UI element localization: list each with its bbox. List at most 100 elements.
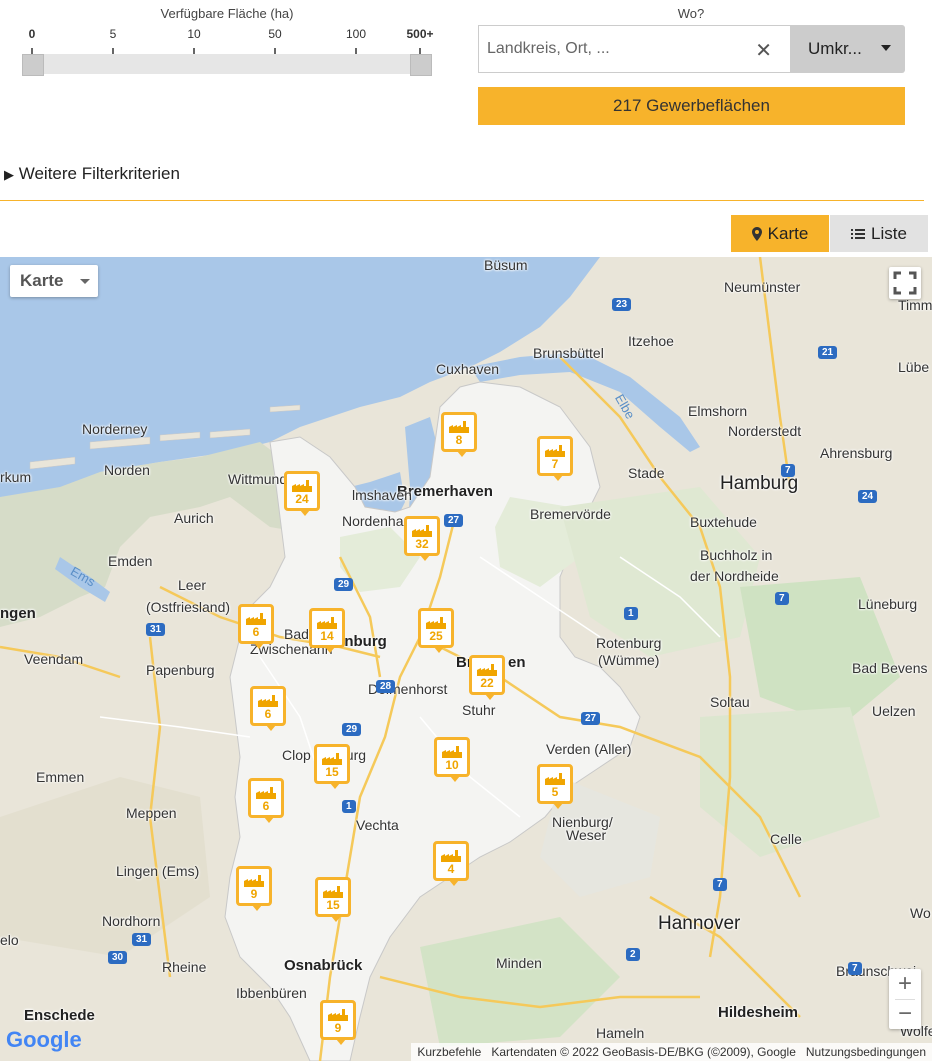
property-cluster-marker[interactable]: 6	[238, 604, 274, 649]
area-tick-label: 100	[345, 27, 367, 41]
map-place-label: Uelzen	[872, 703, 916, 719]
factory-icon	[545, 773, 565, 785]
location-label: Wo?	[677, 6, 705, 21]
radius-dropdown-label: Umkr...	[808, 39, 862, 58]
list-icon	[851, 228, 866, 239]
map-place-label: Clop	[282, 747, 311, 763]
property-cluster-marker[interactable]: 32	[404, 516, 440, 561]
view-map-button[interactable]: Karte	[731, 215, 829, 252]
map-place-label: Hannover	[658, 913, 741, 934]
factory-icon	[412, 525, 432, 537]
marker-count: 14	[320, 629, 334, 643]
fullscreen-icon	[893, 271, 917, 295]
terms-link[interactable]: Nutzungsbedingungen	[806, 1045, 926, 1059]
map-attribution: Kurzbefehle Kartendaten © 2022 GeoBasis-…	[411, 1043, 932, 1061]
map-place-label: Celle	[770, 831, 802, 847]
property-cluster-marker[interactable]: 9	[236, 866, 272, 911]
map[interactable]: Büsum Neumünster Timm Itzehoe Brunsbüttel Lüb…	[0, 257, 932, 1061]
map-place-label: Soltau	[710, 694, 750, 710]
map-place-label: Cuxhaven	[436, 361, 500, 377]
map-place-label: Ibbenbüren	[236, 985, 307, 1001]
marker-count: 24	[295, 492, 309, 506]
radius-dropdown[interactable]: Umkr...	[790, 25, 905, 73]
factory-icon	[328, 1009, 348, 1021]
property-cluster-marker[interactable]: 8	[441, 412, 477, 457]
marker-count: 15	[325, 765, 339, 779]
map-place-label: en	[508, 654, 526, 671]
map-place-label: Bremervörde	[530, 506, 611, 522]
marker-count: 6	[252, 625, 260, 639]
map-data-text: Kartendaten © 2022 GeoBasis-DE/BKG (©200…	[491, 1045, 796, 1059]
property-cluster-marker[interactable]: 5	[537, 764, 573, 809]
map-place-label: Norden	[104, 462, 150, 478]
property-cluster-marker[interactable]: 22	[469, 655, 505, 700]
map-place-label: lmshaven	[352, 487, 412, 503]
factory-icon	[545, 445, 565, 457]
factory-icon	[442, 746, 462, 758]
marker-count: 10	[445, 758, 459, 772]
zoom-out-button[interactable]: −	[889, 999, 921, 1029]
area-tick-label: 50	[268, 27, 282, 41]
map-place-label: Ahrensburg	[820, 445, 893, 461]
view-list-button[interactable]: Liste	[830, 215, 928, 252]
fullscreen-button[interactable]	[889, 267, 921, 299]
property-cluster-marker[interactable]: 6	[248, 778, 284, 823]
map-place-label: Lübe	[898, 359, 930, 375]
divider	[0, 200, 924, 201]
map-place-label: Nordhorn	[102, 913, 161, 929]
map-place-label: Hildesheim	[718, 1004, 799, 1021]
factory-icon	[426, 617, 446, 629]
map-place-label: Wittmund	[228, 471, 288, 487]
map-place-label: Lingen (Ems)	[116, 863, 200, 879]
map-place-label: Vechta	[356, 817, 399, 833]
zoom-in-button[interactable]: +	[889, 969, 921, 999]
highway-shield: 1	[342, 800, 356, 813]
area-tick-label: 5	[109, 27, 117, 41]
property-cluster-marker[interactable]: 24	[284, 471, 320, 516]
map-place-label: Itzehoe	[628, 333, 674, 349]
factory-icon	[256, 787, 276, 799]
factory-icon	[246, 613, 266, 625]
zoom-separator	[895, 999, 915, 1000]
factory-icon	[258, 695, 278, 707]
zoom-control: + −	[889, 969, 921, 1029]
map-place-label: der Nordheide	[690, 568, 779, 584]
show-results-button[interactable]: 217 Gewerbeflächen	[478, 87, 905, 125]
property-cluster-marker[interactable]: 25	[418, 608, 454, 653]
location-search-input[interactable]	[479, 26, 739, 72]
map-place-label: Stuhr	[462, 702, 496, 718]
area-filter-title: Verfügbare Fläche (ha)	[160, 6, 294, 21]
keyboard-shortcuts-link[interactable]: Kurzbefehle	[417, 1045, 481, 1059]
page: Verfügbare Fläche (ha) 0 5 10 50 100 500+ Wo?…	[0, 0, 932, 1061]
caret-down-icon	[80, 279, 90, 284]
marker-count: 4	[447, 862, 455, 876]
map-place-label: Verden (Aller)	[546, 741, 632, 757]
map-type-dropdown[interactable]: Karte	[10, 265, 98, 297]
area-tick-label: 10	[187, 27, 201, 41]
area-slider-min-handle[interactable]	[22, 54, 44, 76]
property-cluster-marker[interactable]: 6	[250, 686, 286, 731]
marker-count: 6	[262, 799, 270, 813]
close-icon[interactable]: ✕	[755, 38, 772, 63]
marker-count: 8	[455, 433, 463, 447]
map-place-label: ngen	[0, 605, 36, 622]
marker-count: 9	[334, 1021, 342, 1035]
property-cluster-marker[interactable]: 15	[315, 877, 351, 922]
more-filters-toggle[interactable]: ▶ Weitere Filterkriterien	[4, 164, 180, 184]
marker-count: 32	[415, 537, 429, 551]
property-cluster-marker[interactable]: 7	[537, 436, 573, 481]
map-place-label: (Wümme)	[598, 652, 660, 668]
tick-marks	[31, 48, 421, 54]
property-cluster-marker[interactable]: 10	[434, 737, 470, 782]
area-slider-max-handle[interactable]	[410, 54, 432, 76]
property-cluster-marker[interactable]: 14	[309, 608, 345, 653]
property-cluster-marker[interactable]: 9	[320, 1000, 356, 1045]
view-list-label: Liste	[871, 223, 907, 243]
property-cluster-marker[interactable]: 15	[314, 744, 350, 789]
area-slider-track[interactable]	[22, 54, 432, 74]
map-place-label: Buchholz in	[700, 547, 773, 563]
map-place-label: Büsum	[484, 257, 528, 273]
property-cluster-marker[interactable]: 4	[433, 841, 469, 886]
map-place-label: Weser	[566, 827, 607, 843]
map-place-label: Leer	[178, 577, 207, 593]
